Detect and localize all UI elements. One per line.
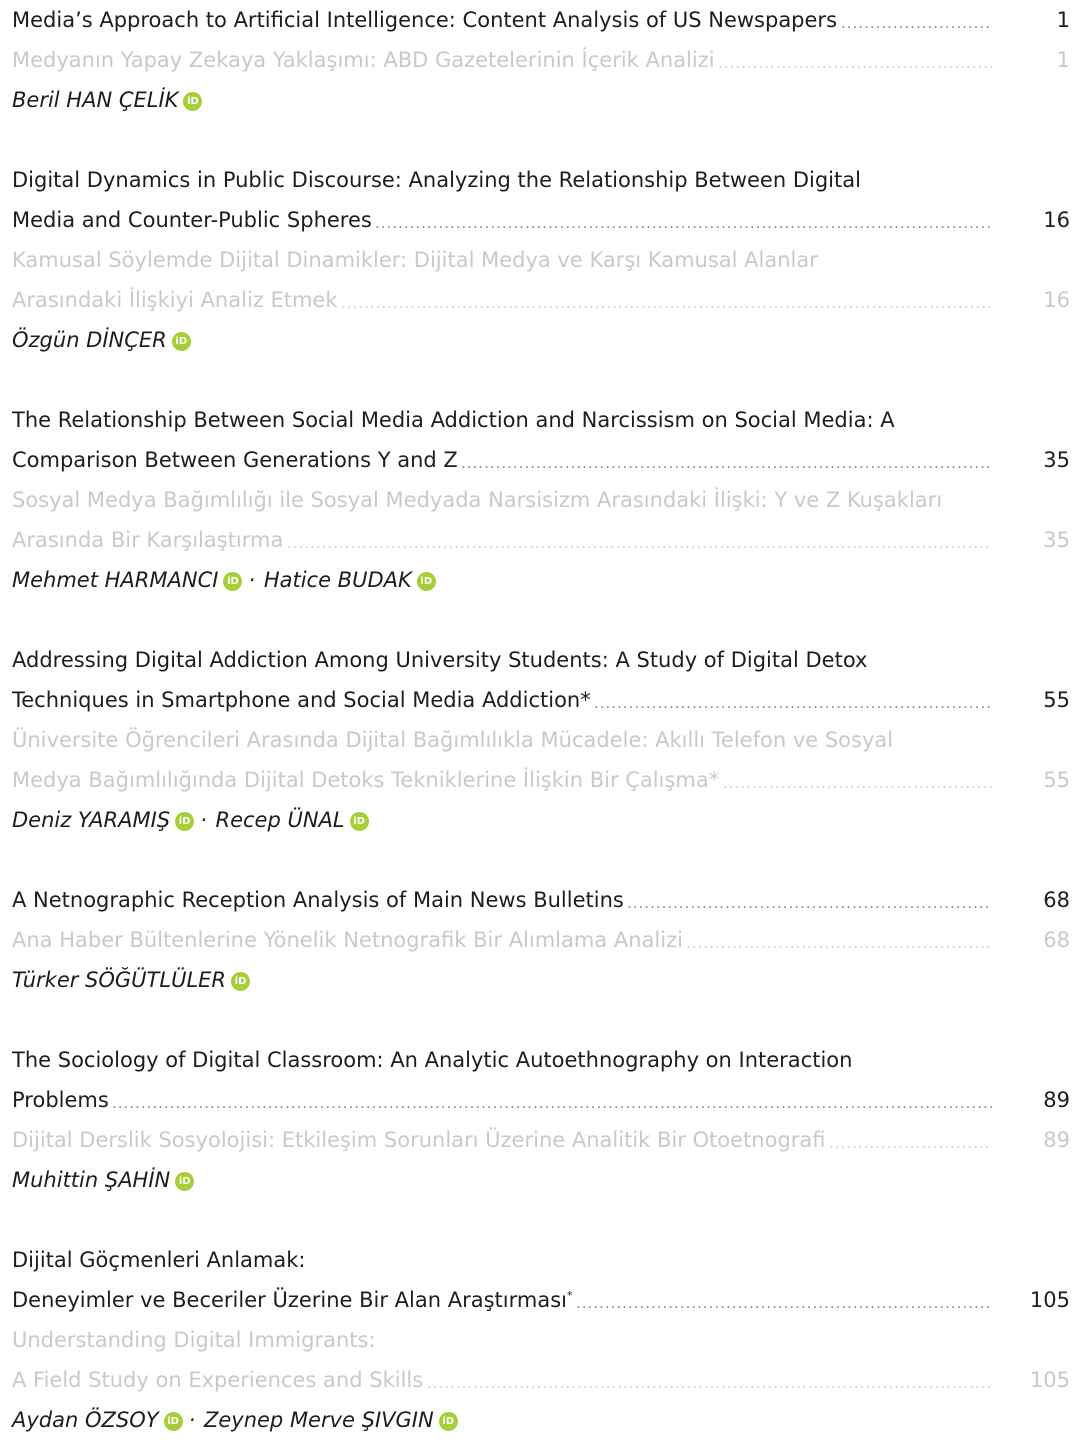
toc-entry[interactable]: Dijital Göçmenleri Anlamak: Deneyimler ve… bbox=[12, 1240, 1070, 1440]
entry-title-line-with-page: Comparison Between Generations Y and Z..… bbox=[12, 440, 1070, 480]
entry-title-line-with-page: Media’s Approach to Artificial Intellige… bbox=[12, 0, 1070, 40]
author-name: Mehmet HARMANCI bbox=[12, 568, 219, 592]
author-name: Deniz YARAMIŞ bbox=[12, 808, 171, 832]
dot-leader: ........................................… bbox=[627, 894, 992, 912]
page-number: 55 bbox=[1043, 768, 1070, 792]
entry-authors: Mehmet HARMANCI iD · Hatice BUDAK iD bbox=[12, 560, 1070, 600]
page-number: 35 bbox=[1043, 528, 1070, 552]
toc-entry[interactable]: Digital Dynamics in Public Discourse: An… bbox=[12, 160, 1070, 360]
page-number: 89 bbox=[1043, 1088, 1070, 1112]
author-name: Aydan ÖZSOY bbox=[12, 1408, 159, 1432]
dot-leader: ........................................… bbox=[112, 1094, 992, 1112]
page-number: 105 bbox=[1029, 1368, 1070, 1392]
dot-leader: ........................................… bbox=[427, 1374, 992, 1392]
entry-title-line: The Sociology of Digital Classroom: An A… bbox=[12, 1048, 853, 1072]
author-separator: · bbox=[200, 808, 207, 832]
entry-translation-line-with-page: Dijital Derslik Sosyolojisi: Etkileşim S… bbox=[12, 1120, 1070, 1160]
author-name: Hatice BUDAK bbox=[263, 568, 412, 592]
page-number: 16 bbox=[1043, 208, 1070, 232]
entry-title-line-with-page: Media and Counter-Public Spheres........… bbox=[12, 200, 1070, 240]
entry-title-line: Digital Dynamics in Public Discourse: An… bbox=[12, 168, 861, 192]
page-number: 1 bbox=[1056, 8, 1070, 32]
entry-title-line-with-page: Techniques in Smartphone and Social Medi… bbox=[12, 680, 1070, 720]
entry-title-line: Addressing Digital Addiction Among Unive… bbox=[12, 648, 868, 672]
author-name: Türker SÖĞÜTLÜLER bbox=[12, 968, 227, 992]
dot-leader: ........................................… bbox=[461, 454, 992, 472]
orcid-icon[interactable]: iD bbox=[349, 812, 369, 831]
entry-authors: Özgün DİNÇER iD bbox=[12, 320, 1070, 360]
entry-translation-line-with-page: Medyanın Yapay Zekaya Yaklaşımı: ABD Gaz… bbox=[12, 40, 1070, 80]
dot-leader: ........................................… bbox=[375, 214, 992, 232]
page-number: 35 bbox=[1043, 448, 1070, 472]
dot-leader: ........................................… bbox=[576, 1294, 992, 1312]
entry-title-line-with-page: Deneyimler ve Beceriler Üzerine Bir Alan… bbox=[12, 1280, 1070, 1320]
entry-authors: Aydan ÖZSOY iD · Zeynep Merve ŞIVGIN iD bbox=[12, 1400, 1070, 1440]
dot-leader: ........................................… bbox=[594, 694, 992, 712]
dot-leader: ........................................… bbox=[287, 534, 992, 552]
author-name: Muhittin ŞAHİN bbox=[12, 1168, 171, 1192]
author-separator: · bbox=[248, 568, 256, 592]
entry-translation-line-with-page: Medya Bağımlılığında Dijital Detoks Tekn… bbox=[12, 760, 1070, 800]
table-of-contents: Media’s Approach to Artificial Intellige… bbox=[0, 0, 1076, 1434]
dot-leader: ................................... bbox=[829, 1134, 992, 1152]
entry-translation-line-with-page: Ana Haber Bültenlerine Yönelik Netnograf… bbox=[12, 920, 1070, 960]
toc-entry[interactable]: Media’s Approach to Artificial Intellige… bbox=[12, 0, 1070, 120]
orcid-icon[interactable]: iD bbox=[231, 972, 251, 991]
dot-leader: ........................................… bbox=[718, 54, 992, 72]
page-number: 55 bbox=[1043, 688, 1070, 712]
entry-authors: Beril HAN ÇELİK iD bbox=[12, 80, 1070, 120]
entry-authors: Türker SÖĞÜTLÜLER iD bbox=[12, 960, 1070, 1000]
page-number: 89 bbox=[1043, 1128, 1070, 1152]
author-separator: · bbox=[188, 1408, 196, 1432]
author-name: Zeynep Merve ŞIVGIN bbox=[203, 1408, 434, 1432]
toc-entry[interactable]: The Sociology of Digital Classroom: An A… bbox=[12, 1040, 1070, 1200]
entry-translation-line: Sosyal Medya Bağımlılığı ile Sosyal Medy… bbox=[12, 488, 943, 512]
entry-translation-line: Kamusal Söylemde Dijital Dinamikler: Dij… bbox=[12, 248, 818, 272]
author-name: Recep ÜNAL bbox=[215, 808, 345, 832]
orcid-icon[interactable]: iD bbox=[163, 1412, 183, 1431]
dot-leader: ........................................… bbox=[686, 934, 992, 952]
author-name: Beril HAN ÇELİK bbox=[12, 88, 179, 112]
orcid-icon[interactable]: iD bbox=[183, 92, 203, 111]
page-number: 1 bbox=[1056, 48, 1070, 72]
entry-translation-line-with-page: Arasında Bir Karşılaştırma..............… bbox=[12, 520, 1070, 560]
entry-title-line-with-page: Problems................................… bbox=[12, 1080, 1070, 1120]
page-number: 68 bbox=[1043, 888, 1070, 912]
entry-title-line-with-page: A Netnographic Reception Analysis of Mai… bbox=[12, 880, 1070, 920]
entry-title-line: The Relationship Between Social Media Ad… bbox=[12, 408, 895, 432]
entry-authors: Deniz YARAMIŞ iD · Recep ÜNAL iD bbox=[12, 800, 1070, 840]
dot-leader: ................................. bbox=[841, 14, 992, 32]
page-number: 105 bbox=[1029, 1288, 1070, 1312]
entry-translation-line-with-page: Arasındaki İlişkiyi Analiz Etmek........… bbox=[12, 280, 1070, 320]
orcid-icon[interactable]: iD bbox=[223, 572, 243, 591]
orcid-icon[interactable]: iD bbox=[171, 332, 191, 351]
orcid-icon[interactable]: iD bbox=[438, 1412, 458, 1431]
toc-entry[interactable]: A Netnographic Reception Analysis of Mai… bbox=[12, 880, 1070, 1000]
orcid-icon[interactable]: iD bbox=[175, 812, 195, 831]
dot-leader: ........................................… bbox=[341, 294, 992, 312]
author-name: Özgün DİNÇER bbox=[12, 328, 167, 352]
entry-authors: Muhittin ŞAHİN iD bbox=[12, 1160, 1070, 1200]
toc-entry[interactable]: Addressing Digital Addiction Among Unive… bbox=[12, 640, 1070, 840]
entry-translation-line-with-page: A Field Study on Experiences and Skills.… bbox=[12, 1360, 1070, 1400]
toc-entry[interactable]: The Relationship Between Social Media Ad… bbox=[12, 400, 1070, 600]
orcid-icon[interactable]: iD bbox=[175, 1172, 195, 1191]
entry-title-line: Dijital Göçmenleri Anlamak: bbox=[12, 1248, 306, 1272]
dot-leader: ........................................… bbox=[723, 774, 992, 792]
entry-translation-line: Understanding Digital Immigrants: bbox=[12, 1328, 376, 1352]
orcid-icon[interactable]: iD bbox=[416, 572, 436, 591]
page-number: 16 bbox=[1043, 288, 1070, 312]
page-number: 68 bbox=[1043, 928, 1070, 952]
entry-translation-line: Üniversite Öğrencileri Arasında Dijital … bbox=[12, 728, 894, 752]
